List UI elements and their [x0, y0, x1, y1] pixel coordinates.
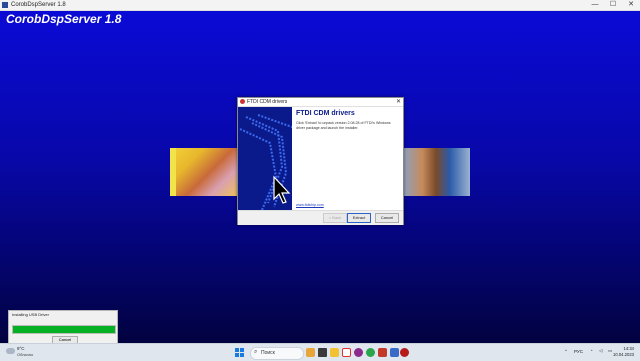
extract-button[interactable]: Extract: [347, 213, 371, 223]
dialog-titlebar: FTDI CDM drivers ✕: [238, 98, 403, 107]
taskbar: 9°C Облачно ⌕ Поиск ⌃ РУС ◔ ◁ ▭ 14:34 10…: [0, 343, 640, 361]
volume-icon[interactable]: ◁: [599, 348, 602, 354]
minimize-button[interactable]: —: [586, 0, 604, 10]
banner-stripe: [170, 148, 176, 196]
ftdi-website-link[interactable]: www.ftdichip.com: [296, 203, 324, 207]
install-progress-fill: [13, 326, 115, 333]
yandex-browser-icon[interactable]: [342, 348, 351, 357]
dialog-body-text: Click 'Extract' to unpack version 2.08.2…: [296, 121, 391, 130]
task-view-icon[interactable]: [318, 348, 327, 357]
dialog-side-image: [238, 107, 292, 210]
search-placeholder: Поиск: [261, 350, 275, 356]
weather-description: Облачно: [17, 352, 34, 357]
clock-date: 10.04.2023: [613, 352, 634, 357]
left-banner-image: [170, 148, 238, 196]
language-indicator[interactable]: РУС: [574, 349, 583, 354]
anydesk-icon[interactable]: [378, 348, 387, 357]
maximize-button[interactable]: ☐: [604, 0, 622, 10]
app-icon-blue[interactable]: [390, 348, 399, 357]
weather-temperature: 9°C: [17, 346, 25, 351]
start-button[interactable]: [235, 348, 244, 357]
battery-icon[interactable]: ▭: [608, 348, 612, 354]
cancel-button[interactable]: Cancel: [375, 213, 399, 223]
windows-logo-icon: [240, 348, 244, 352]
tray-chevron-icon[interactable]: ⌃: [564, 349, 568, 355]
dialog-title: FTDI CDM drivers: [247, 99, 288, 105]
dialog-button-bar: < Back Extract Cancel: [238, 210, 403, 225]
window-title: CorobDspServer 1.8: [11, 2, 66, 8]
app-name-heading: CorobDspServer 1.8: [6, 12, 122, 26]
install-status-label: Installing USB Driver: [12, 312, 49, 317]
install-progress-bar: [12, 325, 116, 334]
cloud-icon: [6, 348, 15, 354]
windows-logo-icon: [235, 353, 239, 357]
app-icon: [2, 2, 8, 8]
ftdi-dialog: FTDI CDM drivers ✕ FTDI CDM drivers Clic…: [237, 97, 404, 225]
back-button[interactable]: < Back: [323, 213, 347, 223]
windows-logo-icon: [235, 348, 239, 352]
right-banner-image: [402, 148, 470, 196]
dialog-close-button[interactable]: ✕: [396, 98, 401, 106]
weather-widget[interactable]: 9°C Облачно: [6, 346, 46, 359]
file-explorer-icon[interactable]: [330, 348, 339, 357]
dialog-app-icon: [240, 99, 245, 104]
app-taskbar-icon[interactable]: [306, 348, 315, 357]
search-icon: ⌕: [254, 349, 258, 355]
mouse-cursor-icon: [273, 175, 291, 204]
taskbar-search[interactable]: ⌕ Поиск: [250, 347, 304, 360]
chrome-icon[interactable]: [366, 348, 375, 357]
corob-app-icon[interactable]: [400, 348, 409, 357]
windows-logo-icon: [240, 353, 244, 357]
close-button[interactable]: ✕: [622, 0, 640, 10]
usb-driver-install-window: Installing USB Driver Cancel: [8, 310, 118, 345]
dialog-heading: FTDI CDM drivers: [296, 110, 355, 117]
window-titlebar: CorobDspServer 1.8 — ☐ ✕: [0, 0, 640, 11]
system-clock[interactable]: 14:34 10.04.2023: [613, 346, 634, 358]
ftdi-graphic: [239, 114, 292, 210]
media-app-icon[interactable]: [354, 348, 363, 357]
wifi-icon[interactable]: ◔: [590, 348, 593, 353]
